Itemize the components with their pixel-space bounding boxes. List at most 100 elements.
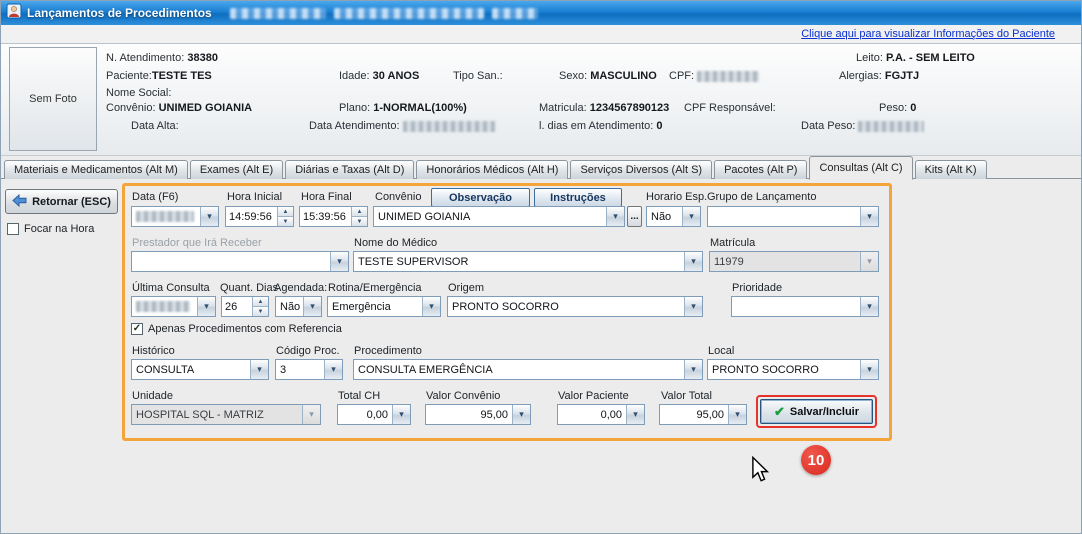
redacted-cpf (697, 71, 759, 82)
focar-na-hora-checkbox[interactable]: Focar na Hora (7, 223, 94, 235)
field-convenio: Convênio: UNIMED GOIANIA (106, 102, 252, 114)
tab-pacotes[interactable]: Pacotes (Alt P) (714, 160, 807, 179)
chevron-down-icon[interactable]: ▾ (626, 405, 644, 424)
tab-kits[interactable]: Kits (Alt K) (915, 160, 987, 179)
prestador-combobox[interactable]: ▾ (131, 251, 349, 272)
salvar-incluir-button[interactable]: ✔ Salvar/Incluir (760, 399, 873, 424)
data-f6-combobox[interactable]: ▾ (131, 206, 219, 227)
field-cpf: CPF: (669, 70, 759, 82)
patient-info-link[interactable]: Clique aqui para visualizar Informações … (801, 28, 1055, 40)
spinner-buttons[interactable]: ▲▼ (351, 207, 367, 226)
label-ultima-consulta: Última Consulta (132, 282, 210, 294)
chevron-down-icon[interactable]: ▾ (200, 207, 218, 226)
redacted-ultima-consulta (136, 301, 190, 312)
field-data-alta: Data Alta: (131, 120, 179, 132)
field-plano: Plano: 1-NORMAL(100%) (339, 102, 467, 114)
tab-honorarios[interactable]: Honorários Médicos (Alt H) (416, 160, 568, 179)
unidade-combobox: HOSPITAL SQL - MATRIZ ▾ (131, 404, 321, 425)
tab-diarias[interactable]: Diárias e Taxas (Alt D) (285, 160, 414, 179)
patient-info-panel: Sem Foto N. Atendimento: 38380 Leito: P.… (1, 44, 1081, 156)
spin-up-icon[interactable]: ▲ (278, 207, 293, 217)
valor-paciente-combobox[interactable]: 0,00 ▾ (557, 404, 645, 425)
chevron-down-icon[interactable]: ▾ (303, 297, 321, 316)
field-data-peso: Data Peso: (801, 120, 924, 132)
rotina-emergencia-combobox[interactable]: Emergência ▾ (327, 296, 441, 317)
instrucoes-button[interactable]: Instruções (534, 188, 622, 207)
chevron-down-icon[interactable]: ▾ (330, 252, 348, 271)
quant-dias-spinner[interactable]: 26 ▲▼ (221, 296, 269, 317)
label-codigo-proc: Código Proc. (276, 345, 340, 357)
chevron-down-icon[interactable]: ▾ (684, 252, 702, 271)
tab-materiais[interactable]: Materiais e Medicamentos (Alt M) (4, 160, 188, 179)
grupo-lancamento-combobox[interactable]: ▾ (707, 206, 879, 227)
prioridade-combobox[interactable]: ▾ (731, 296, 879, 317)
label-valor-convenio: Valor Convênio (426, 390, 500, 402)
chevron-down-icon[interactable]: ▾ (324, 360, 342, 379)
label-horario-esp: Horario Esp. (646, 191, 707, 203)
redacted-data-value (136, 211, 194, 222)
check-icon: ✔ (774, 405, 785, 418)
apenas-procedimentos-label: Apenas Procedimentos com Referencia (148, 323, 342, 335)
agendada-combobox[interactable]: Não ▾ (275, 296, 322, 317)
origem-combobox[interactable]: PRONTO SOCORRO ▾ (447, 296, 703, 317)
field-peso: Peso: 0 (879, 102, 916, 114)
observacao-button[interactable]: Observação (431, 188, 530, 207)
field-idade: Idade: 30 ANOS (339, 70, 419, 82)
ultima-consulta-combobox[interactable]: ▾ (131, 296, 216, 317)
chevron-down-icon[interactable]: ▾ (392, 405, 410, 424)
spin-down-icon[interactable]: ▼ (253, 307, 268, 316)
valor-convenio-combobox[interactable]: 95,00 ▾ (425, 404, 531, 425)
tab-strip: Materiais e Medicamentos (Alt M) Exames … (4, 157, 989, 179)
chevron-down-icon[interactable]: ▾ (512, 405, 530, 424)
chevron-down-icon[interactable]: ▾ (860, 207, 878, 226)
chevron-down-icon[interactable]: ▾ (860, 297, 878, 316)
historico-combobox[interactable]: CONSULTA ▾ (131, 359, 269, 380)
nome-medico-combobox[interactable]: TESTE SUPERVISOR ▾ (353, 251, 703, 272)
local-combobox[interactable]: PRONTO SOCORRO ▾ (707, 359, 879, 380)
convenio-ellipsis-button[interactable]: ... (627, 206, 642, 227)
chevron-down-icon: ▾ (302, 405, 320, 424)
chevron-down-icon[interactable]: ▾ (682, 207, 700, 226)
apenas-procedimentos-checkbox[interactable]: ✓ Apenas Procedimentos com Referencia (131, 323, 342, 335)
field-dias-atendimento: l. dias em Atendimento: 0 (539, 120, 663, 132)
label-data-f6: Data (F6) (132, 191, 178, 203)
label-total-ch: Total CH (338, 390, 380, 402)
valor-total-combobox[interactable]: 95,00 ▾ (659, 404, 747, 425)
label-historico: Histórico (132, 345, 175, 357)
procedimento-combobox[interactable]: CONSULTA EMERGÊNCIA ▾ (353, 359, 703, 380)
tab-servicos[interactable]: Serviços Diversos (Alt S) (570, 160, 712, 179)
tab-exames[interactable]: Exames (Alt E) (190, 160, 283, 179)
chevron-down-icon[interactable]: ▾ (606, 207, 624, 226)
patient-photo-placeholder: Sem Foto (9, 47, 97, 151)
hora-final-spinner[interactable]: 15:39:56 ▲▼ (299, 206, 368, 227)
field-tipo-sanguineo: Tipo San.: (453, 70, 503, 82)
label-prestador: Prestador que Irá Receber (132, 237, 262, 249)
chevron-down-icon[interactable]: ▾ (250, 360, 268, 379)
chevron-down-icon[interactable]: ▾ (197, 297, 215, 316)
chevron-down-icon[interactable]: ▾ (684, 297, 702, 316)
window-title: Lançamentos de Procedimentos (27, 6, 212, 20)
spin-down-icon[interactable]: ▼ (278, 217, 293, 226)
total-ch-combobox[interactable]: 0,00 ▾ (337, 404, 411, 425)
spin-up-icon[interactable]: ▲ (352, 207, 367, 217)
mouse-cursor (751, 456, 769, 488)
convenio-combobox[interactable]: UNIMED GOIANIA ▾ (373, 206, 625, 227)
chevron-down-icon[interactable]: ▾ (684, 360, 702, 379)
tab-consultas[interactable]: Consultas (Alt C) (809, 156, 912, 180)
chevron-down-icon[interactable]: ▾ (422, 297, 440, 316)
chevron-down-icon[interactable]: ▾ (860, 360, 878, 379)
label-valor-total: Valor Total (661, 390, 712, 402)
label-nome-medico: Nome do Médico (354, 237, 437, 249)
retornar-button[interactable]: Retornar (ESC) (5, 189, 118, 214)
spinner-buttons[interactable]: ▲▼ (277, 207, 293, 226)
codigo-proc-combobox[interactable]: 3 ▾ (275, 359, 343, 380)
spin-down-icon[interactable]: ▼ (352, 217, 367, 226)
spin-up-icon[interactable]: ▲ (253, 297, 268, 307)
spinner-buttons[interactable]: ▲▼ (252, 297, 268, 316)
hora-inicial-spinner[interactable]: 14:59:56 ▲▼ (225, 206, 294, 227)
app-window: Lançamentos de Procedimentos Clique aqui… (0, 0, 1082, 534)
label-hora-final: Hora Final (301, 191, 352, 203)
label-prioridade: Prioridade (732, 282, 782, 294)
chevron-down-icon[interactable]: ▾ (728, 405, 746, 424)
horario-esp-combobox[interactable]: Não ▾ (646, 206, 701, 227)
